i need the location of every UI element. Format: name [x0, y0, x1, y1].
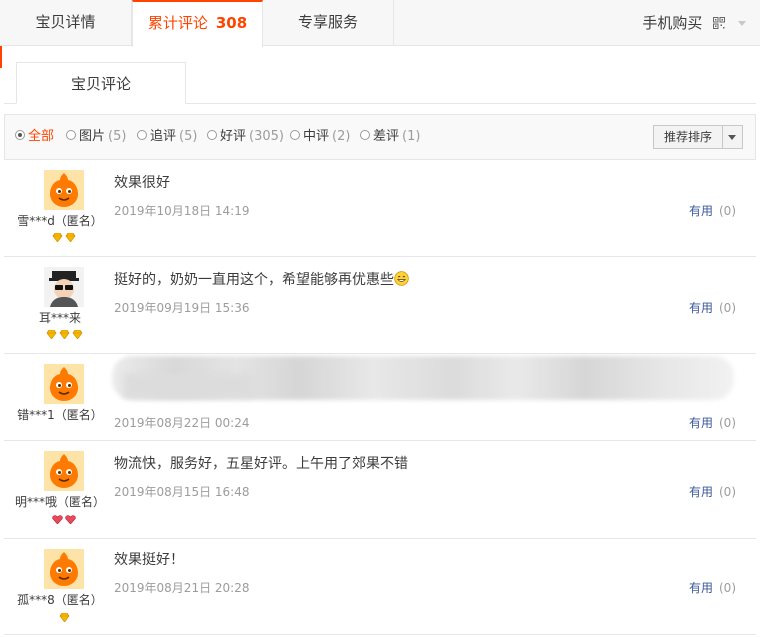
- useful-button[interactable]: 有用 (0): [689, 579, 736, 596]
- useful-count: (0): [719, 301, 736, 315]
- reputation-badges: [4, 613, 124, 622]
- gold-diamond-icon: [46, 330, 57, 339]
- radio-icon: [66, 130, 76, 140]
- mobile-buy-button[interactable]: 手机购买: [642, 0, 746, 46]
- useful-button[interactable]: 有用 (0): [689, 483, 736, 500]
- filter-label: 中评: [303, 129, 330, 144]
- review-item: 孤***8（匿名） 效果挺好！ 2019年08月21日 20:28 有用 (0): [4, 539, 756, 635]
- filter-positive[interactable]: 好评 (305): [207, 129, 284, 145]
- radio-icon: [290, 130, 300, 140]
- useful-button[interactable]: 有用 (0): [689, 299, 736, 316]
- review-date: 2019年10月18日 14:19: [114, 204, 250, 218]
- filter-count: (305): [249, 129, 284, 144]
- subtab-bar: 宝贝评论: [4, 62, 756, 104]
- filter-images[interactable]: 图片 (5): [66, 129, 126, 145]
- subtab-item-reviews[interactable]: 宝贝评论: [16, 62, 186, 104]
- mobile-buy-label: 手机购买: [642, 14, 703, 32]
- review-date: 2019年08月21日 20:28: [114, 581, 250, 595]
- review-item: 雪***d（匿名） 效果很好 2019年10月18日 14:19 有用 (0): [4, 160, 756, 257]
- sort-label: 推荐排序: [664, 130, 713, 144]
- review-text: 物流快，服务好，五星好评。上午用了郊果不错: [114, 456, 408, 472]
- filter-negative[interactable]: 差评 (1): [360, 129, 420, 145]
- filter-label: 差评: [373, 129, 400, 144]
- tab-reviews-count: 308: [215, 14, 248, 32]
- tab-reviews-label: 累计评论: [147, 14, 208, 32]
- avatar: [44, 549, 84, 589]
- gold-diamond-icon: [59, 613, 70, 622]
- avatar: [44, 170, 84, 210]
- review-filter-bar: 全部 图片 (5) 追评 (5) 好评 (305) 中评 (2) 差评 (1) 推荐排序: [4, 114, 756, 160]
- reputation-badges: [4, 515, 124, 524]
- smile-emoji-icon: [394, 271, 409, 286]
- useful-button[interactable]: 有用 (0): [689, 202, 736, 219]
- reviewer-name: 孤***8（匿名）: [17, 593, 103, 607]
- review-content: 挺好的，奶奶一直用这个，希望能够再优惠些: [114, 269, 409, 289]
- chevron-down-icon: [728, 135, 736, 140]
- filter-label: 图片: [79, 129, 106, 144]
- review-item: 明***哦（匿名） 物流快，服务好，五星好评。上午用了郊果不错 2019年08月…: [4, 441, 756, 539]
- useful-label: 有用: [688, 204, 713, 218]
- reputation-badges: [4, 233, 124, 242]
- reviewer-name: 耳***来: [38, 311, 81, 325]
- top-tab-bar: 宝贝详情 累计评论 308 专享服务 手机购买: [0, 0, 760, 47]
- qr-code-icon: [713, 17, 726, 29]
- review-date: 2019年09月19日 15:36: [114, 301, 250, 315]
- review-text: 挺好的，奶奶一直用这个，希望能够再优惠些: [114, 272, 394, 288]
- review-date: 2019年08月22日 00:24: [114, 416, 250, 430]
- tab-reviews[interactable]: 累计评论 308: [132, 0, 263, 47]
- review-item: 耳***来 挺好的，奶奶一直用这个，希望能够再优惠些 2019年09月19日 1…: [4, 257, 756, 354]
- filter-count: (5): [108, 129, 127, 144]
- useful-label: 有用: [688, 416, 713, 430]
- filter-label: 好评: [220, 129, 247, 144]
- gold-diamond-icon: [59, 330, 70, 339]
- review-item: 错***1（匿名） 2019年08月22日 00:24 有用 (0): [4, 354, 756, 441]
- chevron-down-icon: [738, 21, 746, 26]
- radio-icon: [360, 130, 370, 140]
- radio-icon: [207, 130, 217, 140]
- tab-service[interactable]: 专享服务: [263, 0, 394, 46]
- useful-label: 有用: [688, 301, 713, 315]
- filter-count: (2): [332, 129, 351, 144]
- avatar: [44, 364, 84, 404]
- reviewer-name: 雪***d（匿名）: [17, 214, 103, 228]
- avatar: [44, 267, 84, 307]
- useful-button[interactable]: 有用 (0): [689, 414, 736, 431]
- useful-count: (0): [719, 581, 736, 595]
- gold-diamond-icon: [52, 233, 63, 242]
- filter-all[interactable]: 全部: [15, 129, 54, 145]
- filter-neutral[interactable]: 中评 (2): [290, 129, 350, 145]
- divider: [722, 126, 723, 148]
- useful-label: 有用: [688, 581, 713, 595]
- sort-dropdown[interactable]: 推荐排序: [653, 125, 743, 149]
- avatar: [44, 451, 84, 491]
- filter-label: 全部: [28, 129, 55, 144]
- useful-count: (0): [719, 416, 736, 430]
- useful-label: 有用: [688, 485, 713, 499]
- filter-count: (1): [402, 129, 421, 144]
- radio-icon: [137, 130, 147, 140]
- reviewer-name: 错***1（匿名）: [17, 408, 103, 422]
- red-heart-icon: [65, 515, 76, 524]
- useful-count: (0): [719, 485, 736, 499]
- reviewer-name: 明***哦（匿名）: [14, 495, 105, 509]
- gold-diamond-icon: [72, 330, 83, 339]
- review-date: 2019年08月15日 16:48: [114, 485, 250, 499]
- radio-icon: [15, 130, 25, 140]
- useful-count: (0): [719, 204, 736, 218]
- gold-diamond-icon: [65, 233, 76, 242]
- review-text: 效果很好: [114, 175, 170, 191]
- filter-count: (5): [179, 129, 198, 144]
- reputation-badges: [4, 330, 124, 339]
- blurred-review-text: [124, 374, 254, 398]
- accent-marker: [0, 46, 2, 68]
- red-heart-icon: [52, 515, 63, 524]
- tab-item-details[interactable]: 宝贝详情: [0, 0, 132, 46]
- filter-followup[interactable]: 追评 (5): [137, 129, 197, 145]
- filter-label: 追评: [150, 129, 177, 144]
- review-text: 效果挺好！: [114, 552, 184, 568]
